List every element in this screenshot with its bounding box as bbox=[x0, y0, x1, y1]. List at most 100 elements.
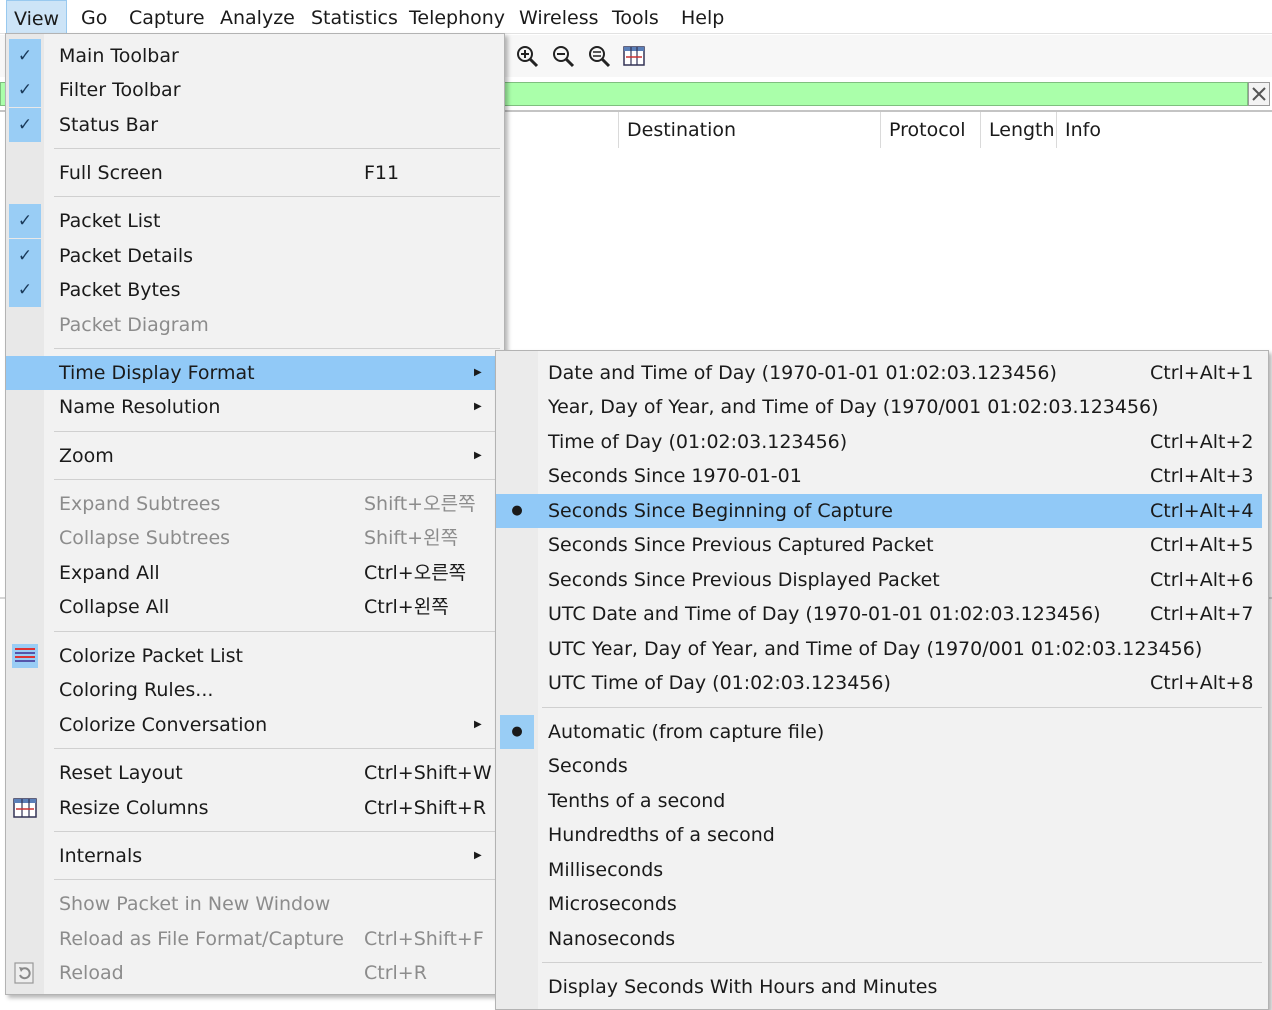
shortcut-label: Ctrl+Shift+F bbox=[364, 928, 484, 950]
menu-wireless[interactable]: Wireless bbox=[512, 0, 606, 34]
menu-item-utc-time-of-day[interactable]: UTC Time of Day (01:02:03.123456) Ctrl+A… bbox=[496, 666, 1262, 700]
colorize-icon bbox=[12, 644, 38, 668]
menu-capture[interactable]: Capture bbox=[122, 0, 212, 34]
menu-separator bbox=[54, 431, 500, 432]
menu-item-label: Date and Time of Day (1970-01-01 01:02:0… bbox=[548, 362, 1057, 384]
shortcut-label: Ctrl+Alt+8 bbox=[1150, 672, 1254, 694]
column-protocol[interactable]: Protocol bbox=[880, 112, 980, 148]
menu-item-precision-milliseconds[interactable]: Milliseconds bbox=[496, 853, 1262, 887]
menu-item-packet-details[interactable]: ✓ Packet Details bbox=[6, 239, 498, 273]
menu-item-packet-diagram[interactable]: Packet Diagram bbox=[6, 308, 498, 342]
check-icon: ✓ bbox=[9, 108, 41, 142]
menu-item-time-display-format[interactable]: Time Display Format ▶ bbox=[6, 356, 498, 390]
menu-item-label: Seconds Since Previous Displayed Packet bbox=[548, 569, 940, 591]
shortcut-label: Ctrl+Alt+1 bbox=[1150, 362, 1254, 384]
menu-item-label: Packet Diagram bbox=[59, 314, 209, 336]
menu-go[interactable]: Go bbox=[74, 0, 114, 34]
menu-item-seconds-since-prev-displayed[interactable]: Seconds Since Previous Displayed Packet … bbox=[496, 563, 1262, 597]
zoom-in-icon[interactable] bbox=[515, 44, 539, 68]
menu-item-display-hms[interactable]: Display Seconds With Hours and Minutes bbox=[496, 970, 1262, 1004]
menu-item-colorize-packet-list[interactable]: Colorize Packet List bbox=[6, 639, 498, 673]
menu-item-label: Seconds Since 1970-01-01 bbox=[548, 465, 802, 487]
menu-item-name-resolution[interactable]: Name Resolution ▶ bbox=[6, 390, 498, 424]
menu-item-coloring-rules[interactable]: Coloring Rules... bbox=[6, 673, 498, 707]
shortcut-label: Ctrl+Alt+2 bbox=[1150, 431, 1254, 453]
column-length[interactable]: Length bbox=[980, 112, 1056, 148]
menu-item-label: Internals bbox=[59, 845, 143, 867]
menu-separator bbox=[542, 707, 1262, 708]
menu-statistics[interactable]: Statistics bbox=[304, 0, 405, 34]
menu-item-expand-all[interactable]: Expand All Ctrl+오른쪽 bbox=[6, 556, 498, 590]
menu-analyze[interactable]: Analyze bbox=[213, 0, 302, 34]
menu-item-utc-date-time[interactable]: UTC Date and Time of Day (1970-01-01 01:… bbox=[496, 597, 1262, 631]
menu-item-label: UTC Year, Day of Year, and Time of Day (… bbox=[548, 638, 1203, 660]
shortcut-label: Shift+오른쪽 bbox=[364, 493, 476, 515]
check-icon: ✓ bbox=[9, 273, 41, 307]
menu-item-packet-bytes[interactable]: ✓ Packet Bytes bbox=[6, 273, 498, 307]
menu-item-seconds-since-beginning[interactable]: ● Seconds Since Beginning of Capture Ctr… bbox=[496, 494, 1262, 528]
clear-filter-button[interactable] bbox=[1248, 82, 1270, 106]
menu-item-zoom[interactable]: Zoom ▶ bbox=[6, 439, 498, 473]
menu-telephony[interactable]: Telephony bbox=[402, 0, 512, 34]
resize-columns-icon[interactable] bbox=[622, 44, 646, 68]
menu-item-collapse-subtrees[interactable]: Collapse Subtrees Shift+왼쪽 bbox=[6, 521, 498, 555]
menu-item-seconds-since-prev-captured[interactable]: Seconds Since Previous Captured Packet C… bbox=[496, 528, 1262, 562]
menu-view[interactable]: View bbox=[6, 0, 68, 34]
menu-item-collapse-all[interactable]: Collapse All Ctrl+왼쪽 bbox=[6, 590, 498, 624]
menu-item-main-toolbar[interactable]: ✓ Main Toolbar bbox=[6, 39, 498, 73]
menu-item-label: Show Packet in New Window bbox=[59, 893, 331, 915]
menu-item-precision-hundredths[interactable]: Hundredths of a second bbox=[496, 818, 1262, 852]
menu-item-label: Main Toolbar bbox=[59, 45, 179, 67]
menu-item-status-bar[interactable]: ✓ Status Bar bbox=[6, 108, 498, 142]
menu-item-colorize-conversation[interactable]: Colorize Conversation ▶ bbox=[6, 708, 498, 742]
menu-item-year-doy-time[interactable]: Year, Day of Year, and Time of Day (1970… bbox=[496, 390, 1262, 424]
radio-selected-icon: ● bbox=[500, 715, 534, 749]
column-info[interactable]: Info bbox=[1056, 112, 1272, 148]
menu-item-precision-microseconds[interactable]: Microseconds bbox=[496, 887, 1262, 921]
menu-item-show-packet-new-window[interactable]: Show Packet in New Window bbox=[6, 887, 498, 921]
menu-item-precision-tenths[interactable]: Tenths of a second bbox=[496, 784, 1262, 818]
shortcut-label: Ctrl+Alt+6 bbox=[1150, 569, 1254, 591]
zoom-out-icon[interactable] bbox=[551, 44, 575, 68]
menu-item-full-screen[interactable]: Full Screen F11 bbox=[6, 156, 498, 190]
menu-item-filter-toolbar[interactable]: ✓ Filter Toolbar bbox=[6, 73, 498, 107]
shortcut-label: Ctrl+Shift+R bbox=[364, 797, 487, 819]
shortcut-label: Ctrl+Shift+W bbox=[364, 762, 492, 784]
menu-item-label: Packet Bytes bbox=[59, 279, 181, 301]
menu-item-expand-subtrees[interactable]: Expand Subtrees Shift+오른쪽 bbox=[6, 487, 498, 521]
menu-item-label: Hundredths of a second bbox=[548, 824, 775, 846]
menu-item-label: Collapse Subtrees bbox=[59, 527, 231, 549]
menu-item-packet-list[interactable]: ✓ Packet List bbox=[6, 204, 498, 238]
menu-item-precision-seconds[interactable]: Seconds bbox=[496, 749, 1262, 783]
menu-item-label: UTC Time of Day (01:02:03.123456) bbox=[548, 672, 891, 694]
menu-item-label: Nanoseconds bbox=[548, 928, 676, 950]
menu-item-precision-nanoseconds[interactable]: Nanoseconds bbox=[496, 922, 1262, 956]
menu-item-label: Milliseconds bbox=[548, 859, 664, 881]
menu-item-label: Collapse All bbox=[59, 596, 170, 618]
menu-item-label: Display Seconds With Hours and Minutes bbox=[548, 976, 938, 998]
zoom-reset-icon[interactable] bbox=[587, 44, 611, 68]
menu-item-seconds-since-epoch[interactable]: Seconds Since 1970-01-01 Ctrl+Alt+3 bbox=[496, 459, 1262, 493]
menu-item-label: Microseconds bbox=[548, 893, 677, 915]
menu-item-reset-layout[interactable]: Reset Layout Ctrl+Shift+W bbox=[6, 756, 498, 790]
menu-item-label: Zoom bbox=[59, 445, 114, 467]
menu-item-reload-as-file-format[interactable]: Reload as File Format/Capture Ctrl+Shift… bbox=[6, 922, 498, 956]
shortcut-label: Ctrl+Alt+5 bbox=[1150, 534, 1254, 556]
menu-item-time-of-day[interactable]: Time of Day (01:02:03.123456) Ctrl+Alt+2 bbox=[496, 425, 1262, 459]
time-display-format-submenu: Date and Time of Day (1970-01-01 01:02:0… bbox=[495, 350, 1269, 1010]
menu-item-utc-year-doy-time[interactable]: UTC Year, Day of Year, and Time of Day (… bbox=[496, 632, 1262, 666]
menu-help[interactable]: Help bbox=[674, 0, 731, 34]
menu-item-label: Seconds bbox=[548, 755, 628, 777]
menu-item-date-time-of-day[interactable]: Date and Time of Day (1970-01-01 01:02:0… bbox=[496, 356, 1262, 390]
menu-item-label: Coloring Rules... bbox=[59, 679, 214, 701]
menu-item-label: Packet Details bbox=[59, 245, 194, 267]
submenu-arrow-icon: ▶ bbox=[474, 850, 482, 861]
menu-tools[interactable]: Tools bbox=[605, 0, 666, 34]
column-destination[interactable]: Destination bbox=[618, 112, 880, 148]
menu-item-reload[interactable]: Reload Ctrl+R bbox=[6, 956, 498, 990]
menu-item-label: Seconds Since Beginning of Capture bbox=[548, 500, 893, 522]
menu-item-internals[interactable]: Internals ▶ bbox=[6, 839, 498, 873]
menu-item-precision-automatic[interactable]: ● Automatic (from capture file) bbox=[496, 715, 1262, 749]
menu-item-resize-columns[interactable]: Resize Columns Ctrl+Shift+R bbox=[6, 791, 498, 825]
reload-icon bbox=[12, 961, 38, 985]
